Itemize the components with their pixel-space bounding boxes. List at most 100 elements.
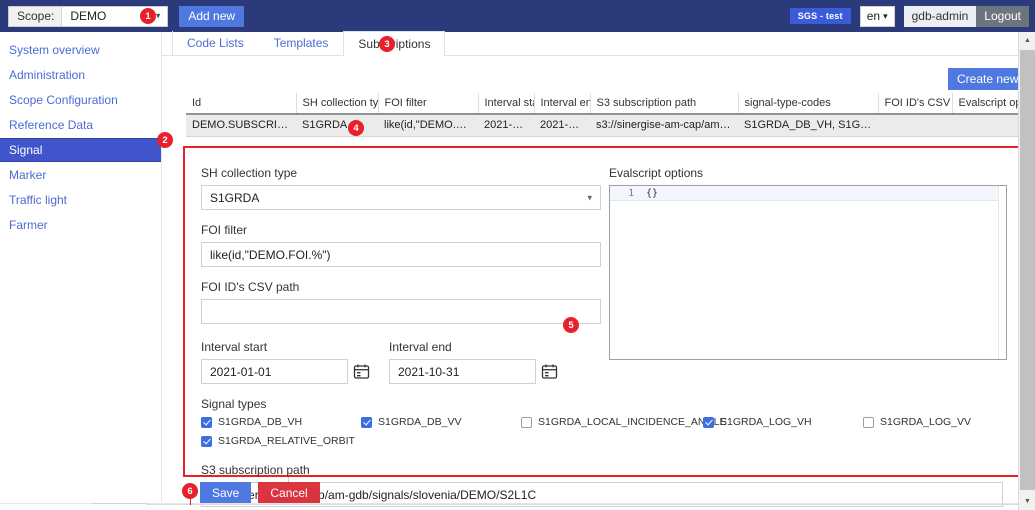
column-header-interval-end[interactable]: Interval end bbox=[534, 93, 590, 114]
checkbox-icon[interactable] bbox=[361, 417, 372, 428]
cell-signal-type-codes: S1GRDA_DB_VH, S1GRDA_DB_VV, S... bbox=[738, 114, 878, 136]
table-row[interactable]: DEMO.SUBSCRIPTION.131 S1GRDA like(id,"DE… bbox=[186, 114, 1026, 136]
sidebar-item-label: Reference Data bbox=[9, 118, 93, 132]
calendar-icon[interactable] bbox=[541, 363, 558, 380]
sidebar-item-signal[interactable]: Signal bbox=[0, 138, 161, 162]
subscriptions-table-wrapper: Id SH collection type FOI filter Interva… bbox=[186, 93, 1026, 137]
chevron-down-icon: ▾ bbox=[587, 192, 592, 203]
cancel-button[interactable]: Cancel bbox=[258, 482, 319, 504]
sidebar-item-scope-configuration[interactable]: Scope Configuration bbox=[0, 88, 161, 112]
save-button[interactable]: Save bbox=[200, 482, 251, 504]
scrollbar-thumb[interactable] bbox=[1020, 50, 1035, 490]
checkbox-icon[interactable] bbox=[521, 417, 532, 428]
sidebar-item-system-overview[interactable]: System overview bbox=[0, 38, 161, 62]
chevron-down-icon: ▾ bbox=[883, 11, 888, 22]
sh-collection-type-select[interactable]: S1GRDA ▾ bbox=[201, 185, 601, 210]
signal-types-checkbox-grid: S1GRDA_DB_VH S1GRDA_DB_VV S1GRDA_LOCAL_I… bbox=[201, 416, 1011, 447]
language-value: en bbox=[867, 9, 880, 23]
column-header-interval-start[interactable]: Interval start bbox=[478, 93, 534, 114]
tab-templates[interactable]: Templates bbox=[259, 31, 344, 55]
interval-end-value: 2021-10-31 bbox=[398, 365, 459, 379]
evalscript-options-editor[interactable]: 1 {} bbox=[609, 185, 1007, 360]
sidebar-item-label: Scope Configuration bbox=[9, 93, 118, 107]
tab-code-lists[interactable]: Code Lists bbox=[172, 31, 259, 55]
topbar-right-group: SGS - test en ▾ gdb-admin Logout bbox=[790, 6, 1035, 27]
foi-csv-path-label: FOI ID's CSV path bbox=[201, 280, 601, 294]
interval-start-input[interactable]: 2021-01-01 bbox=[201, 359, 348, 384]
annotation-marker-4: 4 bbox=[348, 120, 364, 136]
add-new-button[interactable]: Add new bbox=[179, 6, 244, 27]
sidebar-item-traffic-light[interactable]: Traffic light bbox=[0, 188, 161, 212]
annotation-marker-1: 1 bbox=[140, 8, 156, 24]
interval-end-input[interactable]: 2021-10-31 bbox=[389, 359, 536, 384]
column-header-sh-collection-type[interactable]: SH collection type bbox=[296, 93, 378, 114]
sidebar-item-farmer[interactable]: Farmer bbox=[0, 213, 161, 237]
evalscript-options-label: Evalscript options bbox=[609, 166, 1007, 180]
checkbox-item-s1grda-db-vv[interactable]: S1GRDA_DB_VV bbox=[361, 416, 521, 428]
checkbox-label: S1GRDA_DB_VV bbox=[378, 416, 461, 428]
create-new-button[interactable]: Create new bbox=[948, 68, 1027, 90]
sidebar-item-marker[interactable]: Marker bbox=[0, 163, 161, 187]
editor-code-content: {} bbox=[646, 188, 658, 199]
user-box: gdb-admin Logout bbox=[904, 6, 1029, 27]
vertical-scrollbar[interactable]: ▲ ▼ bbox=[1018, 32, 1035, 510]
checkbox-icon[interactable] bbox=[201, 417, 212, 428]
username-label: gdb-admin bbox=[904, 6, 977, 27]
form-action-buttons: Save Cancel bbox=[200, 482, 320, 504]
editor-scrollbar[interactable] bbox=[998, 186, 1006, 359]
sidebar-item-label: Signal bbox=[9, 143, 42, 157]
environment-badge: SGS - test bbox=[790, 8, 851, 24]
calendar-icon[interactable] bbox=[353, 363, 370, 380]
interval-end-group: Interval end 2021-10-31 bbox=[389, 340, 558, 384]
checkbox-item-s1grda-db-vh[interactable]: S1GRDA_DB_VH bbox=[201, 416, 361, 428]
logout-button[interactable]: Logout bbox=[976, 6, 1029, 27]
foi-csv-path-input[interactable] bbox=[201, 299, 601, 324]
checkbox-item-s1grda-log-vv[interactable]: S1GRDA_LOG_VV bbox=[863, 416, 1011, 428]
annotation-marker-3: 3 bbox=[379, 36, 395, 52]
checkbox-item-s1grda-relative-orbit[interactable]: S1GRDA_RELATIVE_ORBIT bbox=[201, 435, 361, 447]
column-header-evalscript-options[interactable]: Evalscript options bbox=[952, 93, 1026, 114]
interval-start-group: Interval start 2021-01-01 bbox=[201, 340, 370, 384]
column-header-foi-csv-path[interactable]: FOI ID's CSV path bbox=[878, 93, 952, 114]
interval-end-label: Interval end bbox=[389, 340, 558, 354]
foi-filter-value: like(id,"DEMO.FOI.%") bbox=[210, 248, 331, 262]
cell-foi-csv-path bbox=[878, 114, 952, 136]
sidebar-item-reference-data[interactable]: Reference Data bbox=[0, 113, 161, 137]
tab-label: Code Lists bbox=[187, 36, 244, 50]
checkbox-icon[interactable] bbox=[201, 436, 212, 447]
sidebar-item-label: Traffic light bbox=[9, 193, 67, 207]
sidebar-item-label: System overview bbox=[9, 43, 100, 57]
scope-dropdown-value: DEMO bbox=[70, 9, 106, 23]
scroll-down-arrow-icon[interactable]: ▼ bbox=[1019, 493, 1035, 510]
checkbox-icon[interactable] bbox=[703, 417, 714, 428]
sidebar-item-label: Administration bbox=[9, 68, 85, 82]
language-dropdown[interactable]: en ▾ bbox=[860, 6, 895, 27]
scroll-up-arrow-icon[interactable]: ▲ bbox=[1019, 32, 1035, 49]
bottom-divider-secondary bbox=[146, 504, 1018, 505]
s3-subscription-path-label: S3 subscription path bbox=[201, 463, 601, 477]
cell-evalscript-options bbox=[952, 114, 1026, 136]
column-header-id[interactable]: Id bbox=[186, 93, 296, 114]
tab-strip: Code Lists Templates Subscriptions bbox=[162, 32, 1035, 56]
tab-label: Templates bbox=[274, 36, 329, 50]
foi-filter-input[interactable]: like(id,"DEMO.FOI.%") bbox=[201, 242, 601, 267]
checkbox-icon[interactable] bbox=[863, 417, 874, 428]
sidebar-item-administration[interactable]: Administration bbox=[0, 63, 161, 87]
checkbox-label: S1GRDA_DB_VH bbox=[218, 416, 302, 428]
column-header-signal-type-codes[interactable]: signal-type-codes bbox=[738, 93, 878, 114]
form-right-column: Evalscript options 1 {} bbox=[609, 166, 1007, 360]
sh-collection-type-value: S1GRDA bbox=[210, 191, 259, 205]
checkbox-item-s1grda-local-incidence-angle[interactable]: S1GRDA_LOCAL_INCIDENCE_ANGLE bbox=[521, 416, 681, 428]
application-window: Scope: DEMO ▾ Add new SGS - test en ▾ gd… bbox=[0, 0, 1035, 510]
scope-label: Scope: bbox=[9, 7, 62, 26]
form-left-column: SH collection type S1GRDA ▾ FOI filter l… bbox=[201, 166, 601, 507]
column-header-s3-subscription-path[interactable]: S3 subscription path bbox=[590, 93, 738, 114]
editor-active-line-highlight bbox=[610, 186, 1006, 201]
annotation-marker-2: 2 bbox=[157, 132, 173, 148]
left-sidebar: System overview Administration Scope Con… bbox=[0, 32, 162, 502]
checkbox-item-s1grda-log-vh[interactable]: S1GRDA_LOG_VH bbox=[703, 416, 841, 428]
sidebar-item-label: Farmer bbox=[9, 218, 48, 232]
annotation-marker-5: 5 bbox=[563, 317, 579, 333]
cell-sh-collection-type: S1GRDA bbox=[296, 114, 378, 136]
column-header-foi-filter[interactable]: FOI filter bbox=[378, 93, 478, 114]
